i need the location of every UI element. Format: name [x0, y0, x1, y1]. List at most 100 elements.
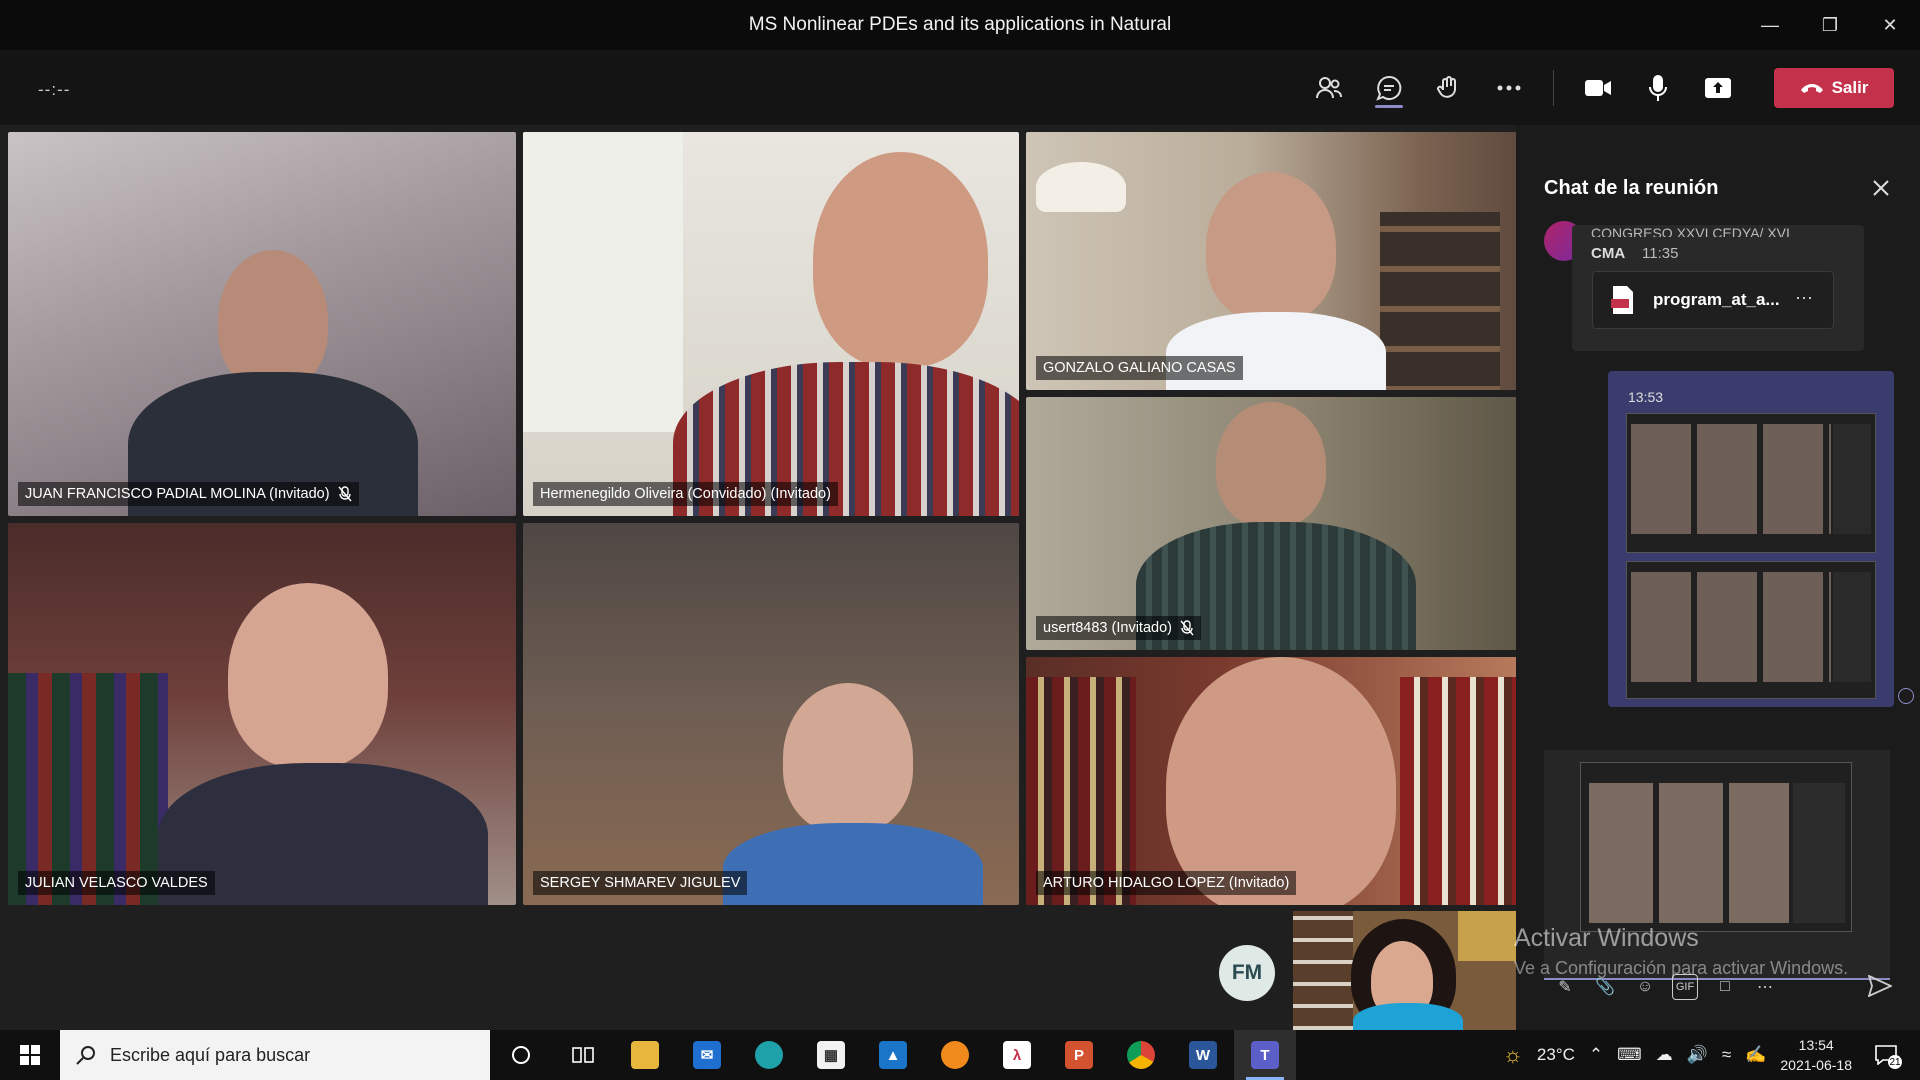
- close-chat-button[interactable]: [1872, 173, 1890, 204]
- pen-icon[interactable]: ✍: [1745, 1045, 1766, 1065]
- thumbnail-tiles: [1631, 572, 1831, 682]
- video-tile[interactable]: JUAN FRANCISCO PADIAL MOLINA (Invitado): [8, 132, 516, 516]
- keyboard-icon[interactable]: ⌨: [1617, 1045, 1642, 1065]
- word-icon: W: [1189, 1041, 1217, 1069]
- store-icon: ▦: [817, 1041, 845, 1069]
- bookshelf: [1400, 677, 1520, 905]
- video-tile[interactable]: SERGEY SHMAREV JIGULEV: [523, 523, 1019, 905]
- meeting-timer: --:--: [38, 80, 71, 99]
- video-tile[interactable]: Hermenegildo Oliveira (Convidado) (Invit…: [523, 132, 1019, 516]
- participant-name: JULIAN VELASCO VALDES: [25, 875, 208, 891]
- send-icon: [1867, 974, 1894, 998]
- thumbnail-tiles: [1589, 783, 1789, 923]
- notifications-button[interactable]: 21: [1866, 1035, 1906, 1075]
- camera-button[interactable]: [1568, 64, 1628, 112]
- video-tile[interactable]: ARTURO HIDALGO LOPEZ (Invitado): [1026, 657, 1520, 905]
- windows-logo-icon: [20, 1045, 40, 1065]
- video-tile[interactable]: JULIAN VELASCO VALDES: [8, 523, 516, 905]
- taskbar-app-photos[interactable]: ▲: [862, 1030, 924, 1080]
- thumbnail-tiles: [1631, 424, 1831, 534]
- participant-video: [813, 152, 988, 367]
- more-actions-button[interactable]: [1479, 64, 1539, 112]
- participant-video: [228, 583, 388, 768]
- participant-name: GONZALO GALIANO CASAS: [1043, 360, 1236, 376]
- participant-label: JUAN FRANCISCO PADIAL MOLINA (Invitado): [18, 482, 359, 506]
- video-tile[interactable]: GONZALO GALIANO CASAS: [1026, 132, 1520, 390]
- file-more-button[interactable]: ⋯: [1795, 288, 1813, 309]
- pasted-image: [1580, 762, 1852, 932]
- chat-message: CONGRESO XXVI CEDYA/ XVI CMA 11:35 progr…: [1572, 225, 1864, 351]
- reactions-button[interactable]: [1419, 64, 1479, 112]
- wifi-icon[interactable]: ≈: [1722, 1045, 1731, 1065]
- seen-check-icon: [1898, 688, 1914, 704]
- self-video[interactable]: [1293, 911, 1518, 1030]
- volume-icon[interactable]: 🔊: [1687, 1045, 1708, 1065]
- bookshelf: [1293, 911, 1353, 1030]
- toolbar-controls: Salir: [1299, 64, 1894, 112]
- taskbar-app-word[interactable]: W: [1172, 1030, 1234, 1080]
- task-view-button[interactable]: [552, 1030, 614, 1080]
- taskbar-app-mail[interactable]: ✉: [676, 1030, 738, 1080]
- taskbar-search[interactable]: Escribe aquí para buscar: [60, 1030, 490, 1080]
- participants-button[interactable]: [1299, 64, 1359, 112]
- file-attachment[interactable]: program_at_a... ⋯: [1592, 271, 1834, 329]
- video-stage: JUAN FRANCISCO PADIAL MOLINA (Invitado) …: [0, 125, 1520, 1030]
- taskbar-app-teams[interactable]: T: [1234, 1030, 1296, 1080]
- participant-label: usert8483 (Invitado): [1036, 616, 1201, 640]
- leave-button[interactable]: Salir: [1774, 68, 1894, 108]
- cortana-button[interactable]: [490, 1030, 552, 1080]
- meeting-toolbar: --:-- Salir: [0, 50, 1920, 125]
- participant-name: ARTURO HIDALGO LOPEZ (Invitado): [1043, 875, 1290, 891]
- taskbar-app-acrobat[interactable]: λ: [986, 1030, 1048, 1080]
- clock[interactable]: 13:54 2021-06-18: [1780, 1035, 1852, 1075]
- leave-label: Salir: [1831, 78, 1869, 97]
- weather-icon[interactable]: ☼: [1503, 1042, 1523, 1068]
- chat-title: Chat de la reunión: [1544, 177, 1719, 199]
- minimize-button[interactable]: —: [1740, 0, 1800, 50]
- ellipsis-icon: [1497, 85, 1521, 91]
- participant-name: SERGEY SHMAREV JIGULEV: [540, 875, 741, 891]
- screenshot-image[interactable]: [1626, 561, 1876, 699]
- restore-button[interactable]: ❐: [1800, 0, 1860, 50]
- participant-label: GONZALO GALIANO CASAS: [1036, 356, 1243, 380]
- chat-message-self: 13:53: [1608, 371, 1894, 707]
- taskbar-app-settings-tool[interactable]: [924, 1030, 986, 1080]
- chat-panel: Chat de la reunión CONGRESO XXVI CEDYA/ …: [1516, 125, 1920, 1030]
- avatar[interactable]: FM: [1219, 945, 1275, 1001]
- clock-date: 2021-06-18: [1780, 1057, 1852, 1073]
- onedrive-icon[interactable]: ☁: [1656, 1045, 1673, 1065]
- taskbar-app-store[interactable]: ▦: [800, 1030, 862, 1080]
- participant-video: [218, 250, 328, 390]
- participant-label: ARTURO HIDALGO LOPEZ (Invitado): [1036, 871, 1297, 895]
- message-time: 11:35: [1642, 245, 1679, 262]
- close-window-button[interactable]: ✕: [1860, 0, 1920, 50]
- start-button[interactable]: [0, 1030, 60, 1080]
- powerpoint-icon: P: [1065, 1041, 1093, 1069]
- thumbnail-sidebar: [1833, 424, 1871, 534]
- video-tile[interactable]: usert8483 (Invitado): [1026, 397, 1520, 650]
- participant-name: Hermenegildo Oliveira (Convidado) (Invit…: [540, 486, 831, 502]
- taskbar-app-edge[interactable]: [738, 1030, 800, 1080]
- title-bar: MS Nonlinear PDEs and its applications i…: [0, 0, 1920, 50]
- message-time: 13:53: [1628, 389, 1664, 405]
- muted-mic-icon: [1180, 620, 1194, 636]
- chat-button[interactable]: [1359, 64, 1419, 112]
- people-icon: [1316, 77, 1342, 99]
- message-clipped-text: CONGRESO XXVI CEDYA/ XVI: [1591, 225, 1790, 237]
- chevron-up-icon[interactable]: ⌃: [1589, 1045, 1603, 1065]
- microphone-button[interactable]: [1628, 64, 1688, 112]
- taskbar-app-powerpoint[interactable]: P: [1048, 1030, 1110, 1080]
- close-icon: [1873, 180, 1889, 196]
- screenshot-image[interactable]: [1626, 413, 1876, 553]
- weather-temp[interactable]: 23°C: [1537, 1045, 1575, 1065]
- taskbar-app-chrome[interactable]: [1110, 1030, 1172, 1080]
- mail-icon: ✉: [693, 1041, 721, 1069]
- participant-name: JUAN FRANCISCO PADIAL MOLINA (Invitado): [25, 486, 330, 502]
- system-tray: ☼ 23°C ⌃ ⌨ ☁ 🔊 ≈ ✍ 13:54 2021-06-18 21: [1503, 1030, 1920, 1080]
- taskbar-app-file-explorer[interactable]: [614, 1030, 676, 1080]
- activation-watermark-title: Activar Windows: [1514, 924, 1699, 952]
- share-screen-button[interactable]: [1688, 64, 1748, 112]
- send-button[interactable]: [1867, 974, 1894, 1002]
- folder-icon: [631, 1041, 659, 1069]
- chat-icon: [1376, 75, 1402, 101]
